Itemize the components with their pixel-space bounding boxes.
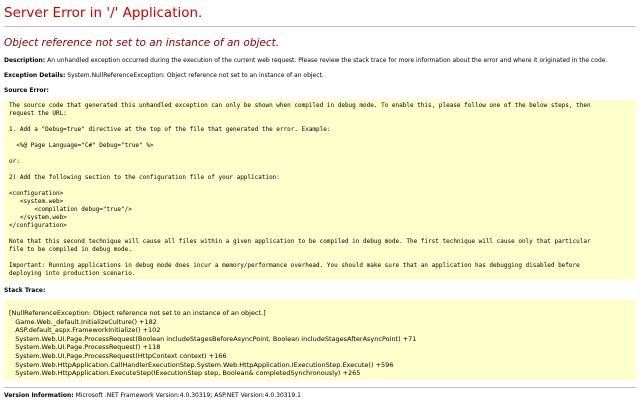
exception-details-text: System.NullReferenceException: Object re… <box>67 72 324 79</box>
exception-details-line: Exception Details: System.NullReferenceE… <box>4 72 636 80</box>
stack-trace-line: System.Web.UI.Page.ProcessRequest(HttpCo… <box>9 351 227 360</box>
footer-divider <box>4 386 636 388</box>
source-error-line: The source code that generated this unha… <box>9 102 591 109</box>
version-information-line: Version Information: Microsoft .NET Fram… <box>4 392 636 400</box>
source-error-line <box>9 118 632 126</box>
stack-trace-line: [NullReferenceException: Object referenc… <box>9 309 266 317</box>
stack-trace-box: [NullReferenceException: Object referenc… <box>4 300 636 380</box>
source-error-line <box>9 150 632 158</box>
source-error-box: The source code that generated this unha… <box>4 100 636 280</box>
source-error-line: </system.web> <box>9 214 67 221</box>
stack-trace-line: Game.Web._default.InitializeCulture() +1… <box>9 317 157 326</box>
stack-trace-line: ASP.default_aspx.FrameworkInitialize() +… <box>9 326 161 335</box>
source-error-line <box>9 166 632 174</box>
source-error-line: <configuration> <box>9 190 64 197</box>
source-error-line: or: <box>9 158 20 165</box>
source-error-line: <system.web> <box>9 198 64 205</box>
version-information-label: Version Information: <box>4 391 74 399</box>
version-information-text: Microsoft .NET Framework Version:4.0.303… <box>75 391 301 399</box>
source-error-heading: Source Error: <box>4 87 636 95</box>
source-error-line: 2) Add the following section to the conf… <box>9 174 280 181</box>
source-error-line: file to be compiled in debug mode. <box>9 246 132 253</box>
description-line: Description: An unhandled exception occu… <box>4 57 636 65</box>
source-error-line <box>9 230 632 238</box>
stack-trace-line: System.Web.HttpApplication.ExecuteStep(I… <box>9 369 361 378</box>
stack-trace-line: System.Web.HttpApplication.CallHandlerEx… <box>9 360 394 369</box>
source-error-line <box>9 134 632 142</box>
error-message: Object reference not set to an instance … <box>4 37 280 49</box>
source-error-line: deploying into production scenario. <box>9 270 136 277</box>
description-label: Description: <box>4 57 46 64</box>
stack-trace-line: System.Web.UI.Page.ProcessRequest(Boolea… <box>9 334 417 343</box>
source-error-line: <%@ Page Language="C#" Debug="true" %> <box>9 142 154 149</box>
source-error-line: 1. Add a "Debug=true" directive at the t… <box>9 126 331 133</box>
stack-trace-line: System.Web.UI.Page.ProcessRequest() +118 <box>9 343 161 352</box>
stack-trace-label: Stack Trace: <box>4 287 46 294</box>
page-title: Server Error in '/' Application. <box>4 5 203 21</box>
title-divider <box>4 26 636 27</box>
source-error-line <box>9 254 632 262</box>
source-error-line: request the URL: <box>9 110 67 117</box>
error-page: Server Error in '/' Application. Object … <box>0 0 640 400</box>
source-error-line: Note that this second technique will cau… <box>9 238 591 245</box>
description-text: An unhandled exception occurred during t… <box>47 57 608 64</box>
stack-trace-heading: Stack Trace: <box>4 287 636 295</box>
source-error-line: Important: Running applications in debug… <box>9 262 580 269</box>
exception-details-label: Exception Details: <box>4 72 66 79</box>
source-error-label: Source Error: <box>4 87 49 94</box>
source-error-line <box>9 182 632 190</box>
source-error-line: <compilation debug="true"/> <box>9 206 132 213</box>
source-error-line: </configuration> <box>9 222 67 229</box>
